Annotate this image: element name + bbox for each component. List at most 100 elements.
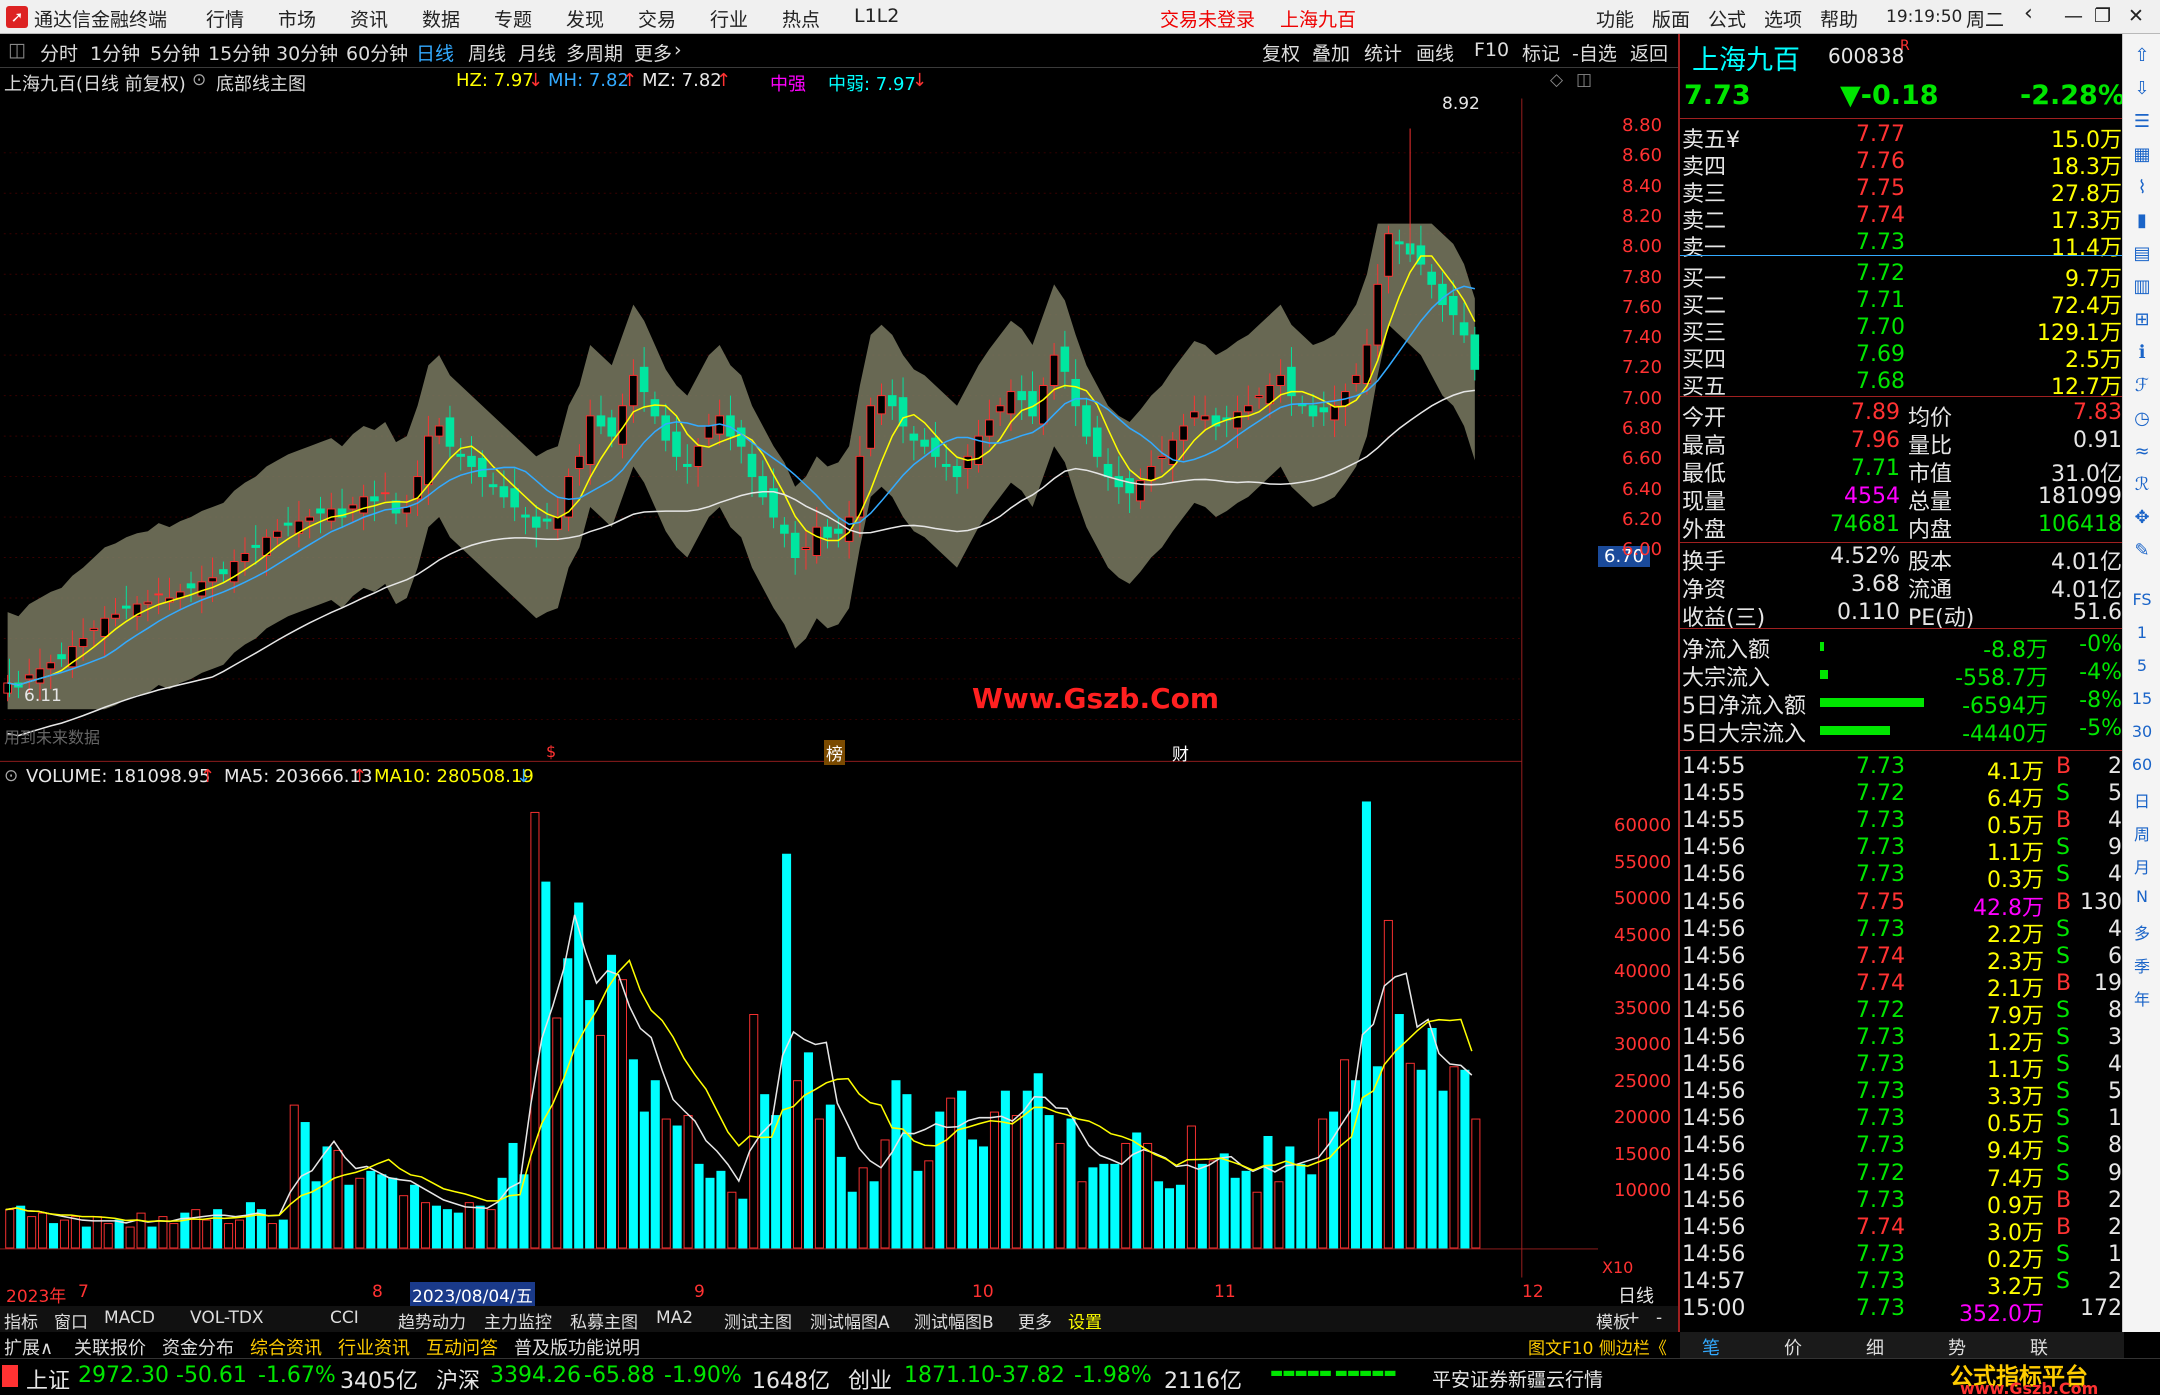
cy-name[interactable]: 创业: [848, 1363, 892, 1395]
chart-icon[interactable]: ⌇: [2128, 174, 2156, 202]
stat-row[interactable]: 最低 7.71 市值 31.0亿: [1680, 456, 2124, 487]
menu-help[interactable]: 帮助: [1820, 5, 1858, 32]
indicator-tab[interactable]: 设置: [1068, 1308, 1102, 1333]
sidebar-period-button[interactable]: 多: [2123, 920, 2160, 944]
tick-row[interactable]: 14:56 7.73 1.1万 S 4: [1680, 1052, 2124, 1083]
indicator-dropdown-icon[interactable]: ⊙: [192, 70, 206, 90]
tool-draw[interactable]: 画线: [1416, 39, 1454, 66]
sidebar-period-button[interactable]: N: [2123, 887, 2160, 906]
menu-data[interactable]: 数据: [422, 5, 460, 32]
menu-hot[interactable]: 热点: [782, 5, 820, 32]
indicator-tab[interactable]: MACD: [104, 1308, 155, 1328]
tick-row[interactable]: 14:56 7.75 42.8万 B 130: [1680, 890, 2124, 921]
sidebar-period-button[interactable]: 60: [2123, 755, 2160, 774]
sidebar-period-button[interactable]: 日: [2123, 788, 2160, 812]
tick-row[interactable]: 14:57 7.73 3.2万 S 2: [1680, 1269, 2124, 1300]
extension-tab[interactable]: 行业资讯: [338, 1334, 410, 1360]
stat-row[interactable]: 外盘 74681 内盘 106418: [1680, 512, 2124, 543]
indicator-tab[interactable]: 指标: [4, 1308, 38, 1333]
menu-formula[interactable]: 公式: [1708, 5, 1746, 32]
tick-row[interactable]: 14:56 7.73 1.2万 S 3: [1680, 1025, 2124, 1056]
sidebar-period-button[interactable]: 年: [2123, 986, 2160, 1010]
fs-icon[interactable]: ℱ: [2128, 372, 2156, 400]
tool-mark[interactable]: 标记: [1522, 39, 1560, 66]
indicator-tab[interactable]: 测试幅图A: [810, 1308, 890, 1333]
chart-area[interactable]: [0, 68, 1598, 1308]
extension-tab[interactable]: 综合资讯: [250, 1334, 322, 1360]
arrow-down-icon[interactable]: ⇩: [2128, 75, 2156, 103]
rsi-icon[interactable]: ℛ: [2128, 471, 2156, 499]
axis-period-label[interactable]: 日线: [1618, 1282, 1654, 1308]
menu-hq[interactable]: 行情: [206, 5, 244, 32]
menu-industry[interactable]: 行业: [710, 5, 748, 32]
period-60min[interactable]: 60分钟: [346, 39, 408, 66]
extension-tab[interactable]: 普及版功能说明: [514, 1334, 640, 1360]
bid-row[interactable]: 买二 7.71 72.4万: [1680, 288, 2124, 319]
move-icon[interactable]: ✥: [2128, 504, 2156, 532]
tool-fuquan[interactable]: 复权: [1262, 39, 1300, 66]
extension-tab[interactable]: 关联报价: [74, 1334, 146, 1360]
volume-dropdown-icon[interactable]: ⊙: [4, 766, 18, 786]
period-30min[interactable]: 30分钟: [276, 39, 338, 66]
period-day[interactable]: 日线: [416, 39, 454, 66]
flow-row[interactable]: 5日大宗流入 -4440万 -5%: [1680, 716, 2124, 747]
grid-icon[interactable]: ▦: [2128, 141, 2156, 169]
close-icon[interactable]: ✕: [2128, 5, 2144, 27]
indicator-tab[interactable]: 窗口: [54, 1308, 88, 1333]
sidebar-period-button[interactable]: 15: [2123, 689, 2160, 708]
sidebar-period-button[interactable]: 5: [2123, 656, 2160, 675]
sidebar-period-button[interactable]: 周: [2123, 821, 2160, 845]
tool-stats[interactable]: 统计: [1364, 39, 1402, 66]
bid-row[interactable]: 买四 7.69 2.5万: [1680, 342, 2124, 373]
tick-row[interactable]: 14:56 7.72 7.4万 S 9: [1680, 1161, 2124, 1192]
arrow-up-icon[interactable]: ⇧: [2128, 42, 2156, 70]
stat-row[interactable]: 最高 7.96 量比 0.91: [1680, 428, 2124, 459]
chart-settings-icon[interactable]: ◇: [1550, 70, 1563, 90]
template-tab[interactable]: 模板: [1596, 1308, 1630, 1333]
tick-row[interactable]: 14:56 7.73 2.2万 S 4: [1680, 917, 2124, 948]
indicator-tab[interactable]: 趋势动力: [398, 1308, 466, 1333]
template-tab[interactable]: -: [1656, 1308, 1662, 1328]
sidebar-period-button[interactable]: 30: [2123, 722, 2160, 741]
tick-row[interactable]: 14:55 7.73 0.5万 B 4: [1680, 808, 2124, 839]
tick-row[interactable]: 14:56 7.72 7.9万 S 8: [1680, 998, 2124, 1029]
period-week[interactable]: 周线: [468, 39, 506, 66]
period-5min[interactable]: 5分钟: [150, 39, 200, 66]
sz-name[interactable]: 沪深: [436, 1363, 480, 1395]
indicator-tab[interactable]: 主力监控: [484, 1308, 552, 1333]
report-icon[interactable]: ▤: [2128, 240, 2156, 268]
tick-row[interactable]: 14:56 7.73 1.1万 S 9: [1680, 835, 2124, 866]
flow-row[interactable]: 净流入额 -8.8万 -0%: [1680, 632, 2124, 663]
sh-name[interactable]: 上证: [26, 1363, 70, 1395]
quote-tab[interactable]: 细: [1866, 1334, 1884, 1360]
list-icon[interactable]: ☰: [2128, 108, 2156, 136]
stat-row[interactable]: 现量 4554 总量 181099: [1680, 484, 2124, 515]
tick-row[interactable]: 15:00 7.73 352.0万 172: [1680, 1296, 2124, 1327]
indicator-tab[interactable]: 测试幅图B: [914, 1308, 994, 1333]
ask-row[interactable]: 卖二 7.74 17.3万: [1680, 203, 2124, 234]
flow-row[interactable]: 大宗流入 -558.7万 -4%: [1680, 660, 2124, 691]
table-icon[interactable]: ⊞: [2128, 306, 2156, 334]
extension-tab[interactable]: 扩展∧: [4, 1334, 53, 1360]
period-15min[interactable]: 15分钟: [208, 39, 270, 66]
period-more[interactable]: 更多: [634, 39, 672, 66]
indicator-tab[interactable]: MA2: [656, 1308, 693, 1328]
tool-overlay[interactable]: 叠加: [1312, 39, 1350, 66]
tick-row[interactable]: 14:56 7.73 9.4万 S 8: [1680, 1133, 2124, 1164]
wave-icon[interactable]: ≈: [2128, 438, 2156, 466]
sidebar-period-button[interactable]: 1: [2123, 623, 2160, 642]
tick-row[interactable]: 14:56 7.73 0.5万 S 1: [1680, 1106, 2124, 1137]
ask-row[interactable]: 卖一 7.73 11.4万: [1680, 230, 2124, 261]
sidebar-period-button[interactable]: 月: [2123, 854, 2160, 878]
sidebar-toggle[interactable]: 图文F10 侧边栏《: [1528, 1334, 1667, 1359]
indicator-tab[interactable]: CCI: [330, 1308, 359, 1328]
tick-row[interactable]: 14:56 7.74 2.1万 B 19: [1680, 971, 2124, 1002]
sidebar-period-button[interactable]: FS: [2123, 590, 2160, 609]
tool-f10[interactable]: F10: [1474, 39, 1509, 61]
info-icon[interactable]: ℹ: [2128, 339, 2156, 367]
menu-topic[interactable]: 专题: [494, 5, 532, 32]
tick-row[interactable]: 14:56 7.73 0.3万 S 4: [1680, 862, 2124, 893]
indicator-tab[interactable]: 私募主图: [570, 1308, 638, 1333]
tool-back[interactable]: 返回: [1630, 39, 1668, 66]
bid-row[interactable]: 买一 7.72 9.7万: [1680, 261, 2124, 292]
